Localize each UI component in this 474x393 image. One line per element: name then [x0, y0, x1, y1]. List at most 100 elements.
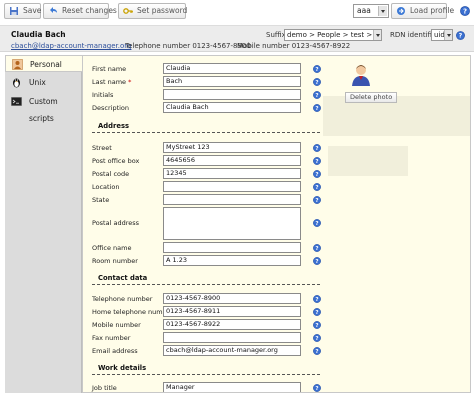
postal-code-label: Postal code [92, 170, 130, 178]
load-icon [397, 7, 405, 15]
tab-custom-scripts-label: Custom scripts [29, 97, 58, 123]
reset-changes-label: Reset changes [62, 6, 117, 15]
save-button[interactable]: Save [4, 3, 41, 19]
undo-icon [50, 7, 57, 13]
tab-custom-scripts[interactable]: Custom scripts [5, 93, 82, 123]
suffix-label: Suffix [266, 31, 286, 39]
fax-label: Fax number [92, 334, 131, 342]
telephone-input[interactable]: 0123-4567-8900 [163, 293, 301, 304]
suffix-select-value: demo > People > test > de [287, 31, 382, 39]
address-section-title: Address [92, 122, 320, 133]
home-telephone-input[interactable]: 0123-4567-8911 [163, 306, 301, 317]
personal-icon [12, 59, 23, 70]
contact-section-title: Contact data [92, 274, 320, 285]
tab-personal-label: Personal [30, 60, 62, 69]
work-section-title: Work details [92, 364, 320, 375]
room-number-label: Room number [92, 257, 138, 265]
module-tabs: Personal Unix Custom scripts [5, 55, 83, 393]
personal-form: Delete photo First name Claudia Last nam… [82, 55, 471, 393]
help-icon[interactable] [313, 170, 321, 178]
fax-input[interactable] [163, 332, 301, 343]
room-number-input[interactable]: A 1.23 [163, 255, 301, 266]
set-password-button[interactable]: Set password [118, 3, 188, 19]
location-label: Location [92, 183, 120, 191]
street-input[interactable]: MyStreet 123 [163, 142, 301, 153]
post-office-box-label: Post office box [92, 157, 140, 165]
office-name-label: Office name [92, 244, 132, 252]
job-title-input[interactable]: Manager [163, 382, 301, 392]
email-input[interactable]: cbach@ldap-account-manager.org [163, 345, 301, 356]
office-name-input[interactable] [163, 242, 301, 253]
help-icon[interactable] [313, 334, 321, 342]
help-icon[interactable] [313, 144, 321, 152]
mobile-label: Mobile number [92, 321, 141, 329]
rdn-select[interactable]: uid [431, 29, 453, 41]
postal-code-input[interactable]: 12345 [163, 168, 301, 179]
set-password-label: Set password [137, 6, 188, 15]
tux-icon [13, 78, 20, 88]
help-icon[interactable] [313, 104, 321, 112]
help-icon[interactable] [313, 157, 321, 165]
help-icon[interactable] [313, 91, 321, 99]
help-icon[interactable] [313, 244, 321, 252]
last-name-label: Last name * [92, 78, 131, 86]
user-photo-avatar [352, 65, 370, 86]
tab-unix[interactable]: Unix [5, 74, 82, 91]
postal-address-textarea[interactable] [163, 207, 301, 240]
initials-input[interactable] [163, 89, 301, 100]
key-icon [123, 8, 133, 14]
delete-photo-button[interactable]: Delete photo [345, 92, 398, 103]
save-icon [10, 7, 18, 15]
home-telephone-label: Home telephone number [92, 308, 174, 316]
load-profile-label: Load profile [410, 6, 455, 15]
state-label: State [92, 196, 110, 204]
postal-address-label: Postal address [92, 219, 139, 227]
state-input[interactable] [163, 194, 301, 205]
terminal-icon [11, 97, 22, 106]
chevron-down-icon [444, 30, 452, 40]
help-icon[interactable] [313, 257, 321, 265]
description-label: Description [92, 104, 130, 112]
user-email-link[interactable]: cbach@ldap-account-manager.org [11, 42, 131, 50]
user-summary-bar: Claudia Bach cbach@ldap-account-manager.… [0, 25, 474, 52]
initials-label: Initials [92, 91, 114, 99]
post-office-box-input[interactable]: 4645656 [163, 155, 301, 166]
telephone-label: Telephone number [92, 295, 153, 303]
last-name-label-text: Last name [92, 78, 127, 86]
help-icon[interactable] [313, 321, 321, 329]
background-decoration [328, 146, 408, 176]
help-icon[interactable] [313, 308, 321, 316]
help-icon[interactable] [313, 196, 321, 204]
help-icon[interactable] [460, 6, 470, 16]
reset-changes-button[interactable]: Reset changes [43, 3, 117, 19]
suffix-select[interactable]: demo > People > test > de [284, 29, 382, 41]
tab-personal[interactable]: Personal [5, 55, 83, 72]
toolbar: Save Reset changes Set password aaa Load… [0, 0, 474, 24]
help-icon[interactable] [313, 78, 321, 86]
mobile-input[interactable]: 0123-4567-8922 [163, 319, 301, 330]
load-profile-button[interactable]: Load profile [391, 3, 454, 19]
help-icon[interactable] [313, 295, 321, 303]
profile-select-value: aaa [357, 6, 371, 15]
help-icon[interactable] [456, 31, 465, 40]
description-input[interactable]: Claudia Bach [163, 102, 301, 113]
user-name: Claudia Bach [11, 30, 66, 39]
email-label: Email address [92, 347, 138, 355]
save-label: Save [23, 6, 42, 15]
location-input[interactable] [163, 181, 301, 192]
help-icon[interactable] [313, 384, 321, 392]
help-icon[interactable] [313, 183, 321, 191]
user-telephone: Telephone number 0123-4567-8900 [125, 42, 251, 50]
help-icon[interactable] [313, 65, 321, 73]
last-name-input[interactable]: Bach [163, 76, 301, 87]
street-label: Street [92, 144, 112, 152]
chevron-down-icon [373, 30, 381, 40]
help-icon[interactable] [313, 219, 321, 227]
first-name-input[interactable]: Claudia [163, 63, 301, 74]
job-title-label: Job title [92, 384, 117, 392]
user-mobile: Mobile number 0123-4567-8922 [237, 42, 351, 50]
profile-select[interactable]: aaa [353, 4, 389, 18]
required-marker: * [128, 78, 132, 86]
help-icon[interactable] [313, 347, 321, 355]
tab-unix-label: Unix [29, 78, 46, 87]
